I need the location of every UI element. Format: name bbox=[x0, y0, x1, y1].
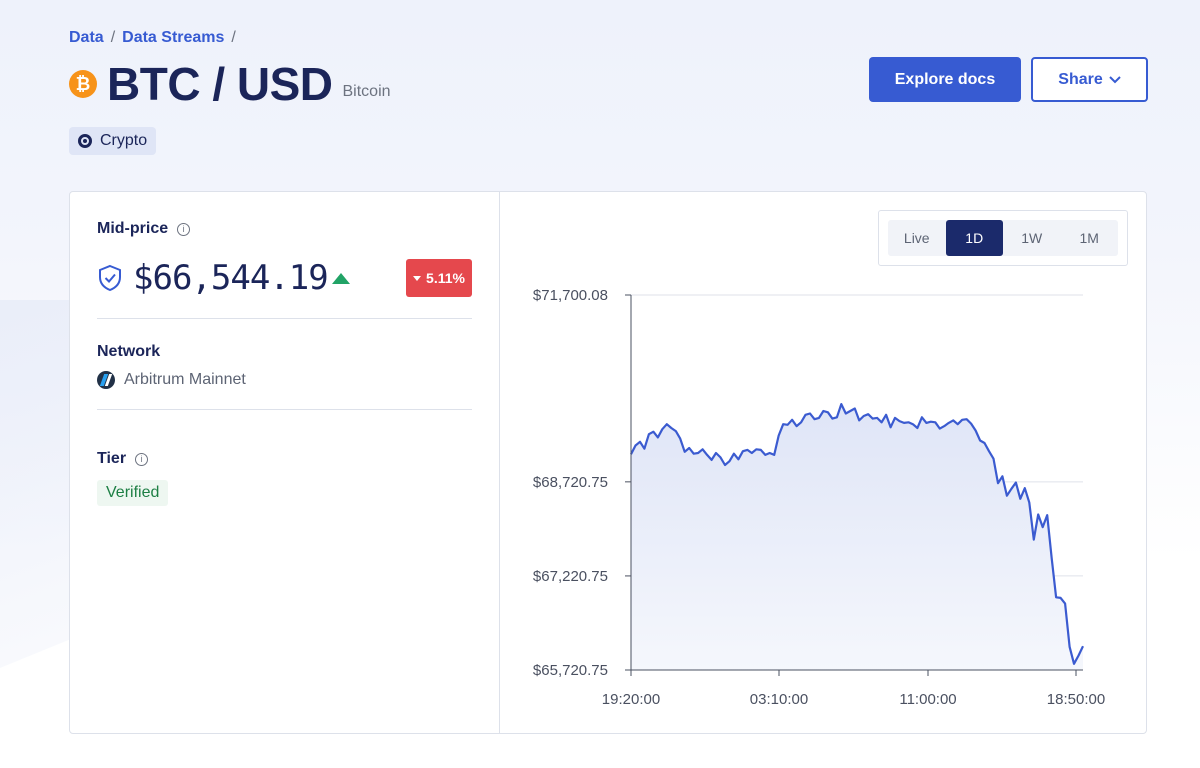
arrow-up-icon bbox=[331, 272, 350, 284]
tier-label: Tier bbox=[97, 450, 127, 467]
page-header: Data / Data Streams / ₿ BTC / USD Bitcoi… bbox=[69, 26, 1148, 112]
page-title: BTC / USD bbox=[107, 58, 333, 110]
midprice-label: Mid-price bbox=[97, 220, 169, 237]
time-range-options: Live 1D 1W 1M bbox=[888, 220, 1118, 256]
price-area-fill bbox=[631, 404, 1083, 670]
breadcrumb: Data / Data Streams / bbox=[69, 26, 1148, 50]
share-label: Share bbox=[1058, 70, 1103, 88]
header-actions: Explore docs Share bbox=[869, 57, 1148, 102]
y-tick-label: $71,700.08 bbox=[533, 287, 608, 304]
bitcoin-icon: ₿ bbox=[69, 70, 97, 98]
network-value: Arbitrum Mainnet bbox=[124, 371, 246, 388]
tier-verified-badge: Verified bbox=[97, 480, 169, 506]
chart-panel: $71,700.08 $68,720.75 $67,220.75 $65,720.75… bbox=[500, 192, 1146, 733]
share-button[interactable]: Share bbox=[1031, 57, 1148, 102]
y-tick-label: $67,220.75 bbox=[533, 568, 608, 585]
arbitrum-icon bbox=[97, 371, 115, 389]
y-tick-label: $65,720.75 bbox=[533, 662, 608, 679]
x-tick-label: 11:00:00 bbox=[899, 691, 956, 708]
range-option-1m[interactable]: 1M bbox=[1061, 220, 1119, 256]
breadcrumb-separator: / bbox=[231, 29, 236, 46]
mid-price-value: $66,544.19 bbox=[133, 258, 329, 298]
price-change-badge: 5.11% bbox=[406, 259, 472, 297]
price-row: $66,544.19 5.11% bbox=[97, 258, 472, 298]
breadcrumb-separator: / bbox=[110, 29, 116, 46]
explore-docs-button[interactable]: Explore docs bbox=[869, 57, 1021, 102]
time-range-selector: Live 1D 1W 1M bbox=[878, 210, 1128, 266]
network-section: Network Arbitrum Mainnet bbox=[97, 343, 472, 389]
info-icon[interactable]: i bbox=[135, 452, 149, 466]
arrow-down-icon bbox=[413, 275, 422, 281]
chevron-down-icon bbox=[1109, 75, 1121, 83]
tier-section: Tier i Verified bbox=[97, 450, 472, 506]
x-tick-label: 03:10:00 bbox=[750, 691, 808, 708]
network-row: Arbitrum Mainnet bbox=[97, 371, 472, 389]
info-icon[interactable]: i bbox=[177, 222, 191, 236]
x-tick-label: 18:50:00 bbox=[1047, 691, 1105, 708]
tier-label-row: Tier i bbox=[97, 450, 472, 468]
category-tag: Crypto bbox=[69, 127, 157, 155]
price-chart: $71,700.08 $68,720.75 $67,220.75 $65,720.75… bbox=[533, 287, 1105, 708]
page-subtitle: Bitcoin bbox=[342, 83, 391, 100]
range-option-1d[interactable]: 1D bbox=[945, 220, 1003, 256]
category-label: Crypto bbox=[100, 132, 148, 149]
divider bbox=[97, 409, 472, 410]
network-label: Network bbox=[97, 343, 161, 360]
shield-check-icon bbox=[99, 264, 121, 292]
range-option-1w[interactable]: 1W bbox=[1003, 220, 1061, 256]
x-tick-label: 19:20:00 bbox=[602, 691, 660, 708]
breadcrumb-data-streams-link[interactable]: Data Streams bbox=[122, 29, 224, 47]
divider bbox=[97, 318, 472, 319]
price-change-value: 5.11% bbox=[426, 270, 465, 286]
range-option-live[interactable]: Live bbox=[888, 220, 946, 256]
feed-details-panel: Mid-price i $66,544.19 5.11% Network Arb… bbox=[70, 192, 500, 733]
feed-card: Mid-price i $66,544.19 5.11% Network Arb… bbox=[69, 191, 1147, 734]
midprice-label-row: Mid-price i bbox=[97, 220, 472, 238]
breadcrumb-data-link[interactable]: Data bbox=[69, 29, 104, 47]
y-tick-label: $68,720.75 bbox=[533, 474, 608, 491]
crypto-icon bbox=[78, 134, 92, 148]
